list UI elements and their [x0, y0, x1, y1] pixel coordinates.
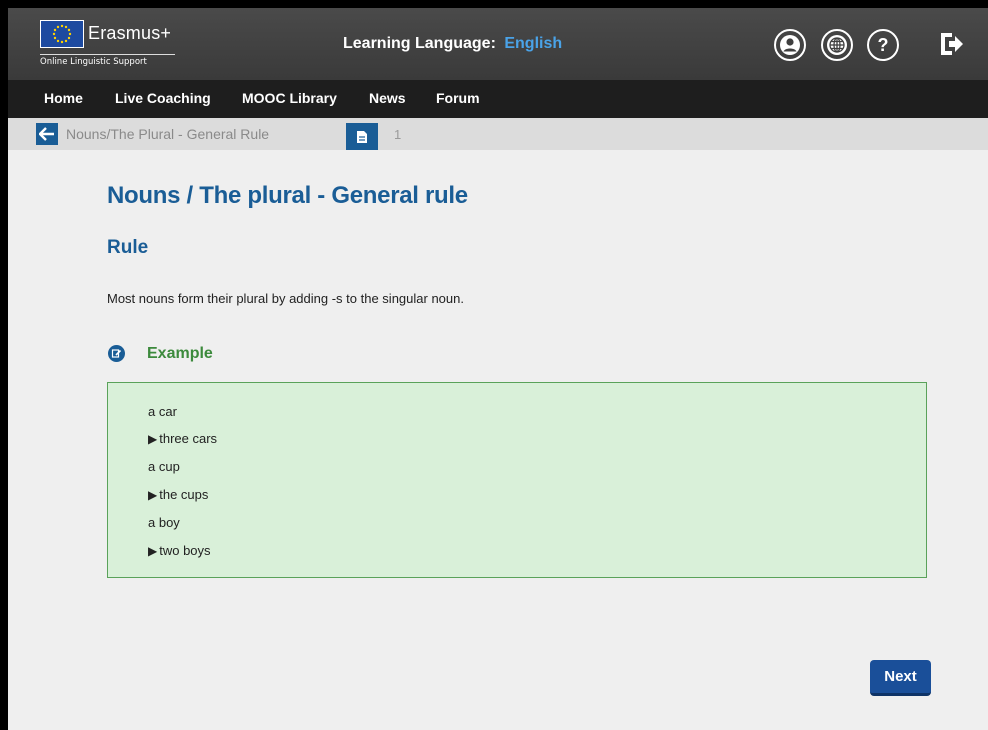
- erasmus-logo[interactable]: Erasmus+ Online Linguistic Support: [38, 18, 178, 68]
- example-line-text: a cup: [148, 459, 180, 474]
- rule-text: Most nouns form their plural by adding -…: [107, 291, 464, 306]
- nav-item-forum[interactable]: Forum: [436, 90, 480, 106]
- nav-item-news[interactable]: News: [369, 90, 406, 106]
- example-line: a cup: [148, 459, 180, 474]
- example-line-text: three cars: [159, 431, 218, 446]
- page-title: Nouns / The plural - General rule: [107, 182, 468, 209]
- nav-item-live-coaching[interactable]: Live Coaching: [115, 90, 211, 106]
- example-line: ▶ two boys: [148, 543, 211, 558]
- learning-language: Learning Language: English: [343, 35, 562, 53]
- play-arrow-icon: ▶: [148, 432, 158, 446]
- next-button[interactable]: Next: [870, 660, 931, 696]
- app-frame: Erasmus+ Online Linguistic Support Learn…: [8, 8, 988, 730]
- breadcrumb-text: Nouns/The Plural - General Rule: [66, 126, 270, 142]
- example-line: ▶ three cars: [148, 431, 217, 446]
- play-arrow-icon: ▶: [148, 544, 158, 558]
- learning-language-label: Learning Language:: [343, 35, 496, 52]
- learning-language-value[interactable]: English: [504, 35, 562, 52]
- nav-item-mooc-library[interactable]: MOOC Library: [242, 90, 337, 106]
- breadcrumb: Nouns/The Plural - General Rule 1: [8, 118, 988, 150]
- main-nav: Home Live Coaching MOOC Library News For…: [8, 80, 988, 118]
- example-line-text: two boys: [159, 543, 211, 558]
- example-label: Example: [147, 345, 213, 362]
- help-icon[interactable]: ?: [867, 29, 899, 61]
- example-line: a boy: [148, 515, 180, 530]
- example-line-text: a car: [148, 404, 177, 419]
- logo-subtitle: Online Linguistic Support: [40, 54, 175, 67]
- pencil-note-icon: [108, 345, 125, 362]
- example-line: ▶ the cups: [148, 487, 208, 502]
- example-line-text: the cups: [159, 487, 209, 502]
- section-heading: Rule: [107, 237, 149, 258]
- document-icon[interactable]: [346, 123, 378, 150]
- example-box: a car ▶ three cars a cup ▶ the cups a boy …: [107, 382, 927, 578]
- logo-name: Erasmus+: [88, 23, 172, 43]
- logout-icon[interactable]: [938, 30, 966, 58]
- example-line: a car: [148, 404, 177, 419]
- top-header: Erasmus+ Online Linguistic Support Learn…: [8, 8, 988, 80]
- user-icon[interactable]: [774, 29, 806, 61]
- eu-flag-icon: [40, 20, 84, 48]
- nav-item-home[interactable]: Home: [44, 90, 83, 106]
- play-arrow-icon: ▶: [148, 488, 158, 502]
- example-line-text: a boy: [148, 515, 180, 530]
- back-arrow-icon[interactable]: [36, 123, 58, 145]
- question-mark-icon: ?: [877, 34, 889, 55]
- page-number[interactable]: 1: [394, 127, 401, 142]
- globe-icon[interactable]: [821, 29, 853, 61]
